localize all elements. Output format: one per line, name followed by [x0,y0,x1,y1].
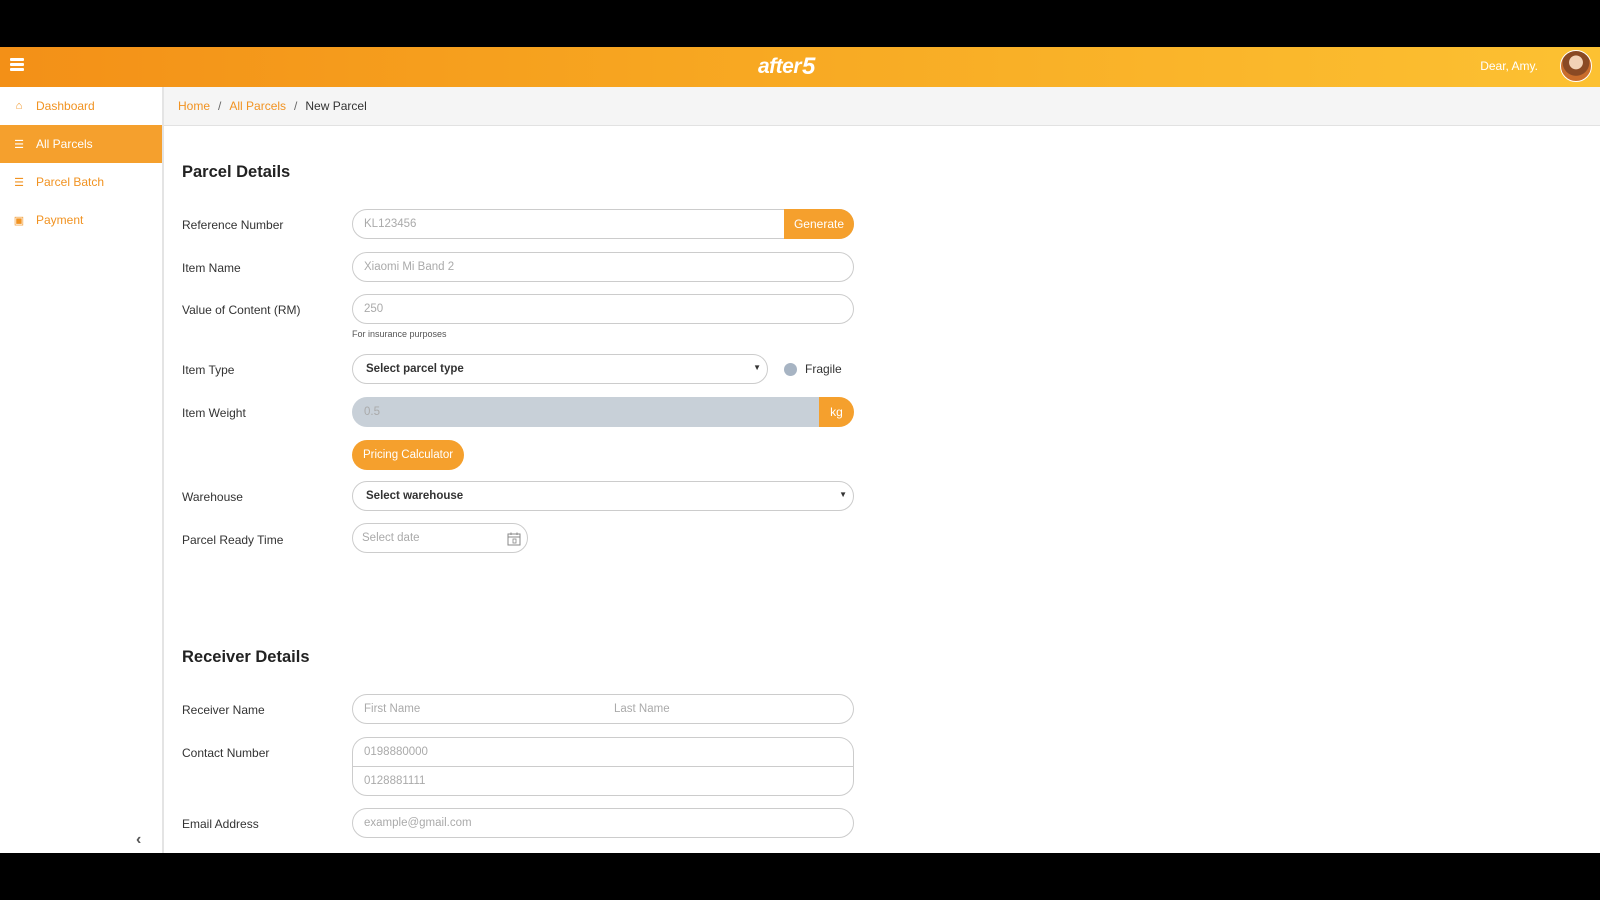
home-icon: ⌂ [15,100,23,112]
email-address-label: Email Address [182,817,259,831]
sidebar-item-label: All Parcels [36,137,93,151]
reference-number-field [352,209,854,239]
email-address-input[interactable] [364,817,853,829]
item-type-selected: Select parcel type [366,363,464,375]
item-type-select[interactable]: Select parcel type ▼ [352,354,768,384]
contact-number-input-2[interactable] [364,775,853,787]
logo-number: 5 [802,53,815,80]
logo-text: after [758,55,802,78]
item-type-label: Item Type [182,363,235,377]
breadcrumb-all-parcels-link[interactable]: All Parcels [229,99,286,113]
item-name-label: Item Name [182,261,241,275]
sidebar-item-all-parcels[interactable]: ☰ All Parcels [0,125,162,163]
contact-number-field-1 [352,737,854,767]
hamburger-menu-icon[interactable] [10,58,24,72]
receiver-details-title: Receiver Details [182,648,310,666]
parcel-ready-time-field [352,523,528,553]
sidebar-item-dashboard[interactable]: ⌂ Dashboard [0,87,162,125]
contact-number-field-2 [352,766,854,796]
last-name-field [603,694,854,724]
sidebar-item-label: Dashboard [36,99,95,113]
collapse-sidebar-chevron-left-icon[interactable]: ‹ [136,831,150,849]
sidebar-item-label: Payment [36,213,84,227]
warehouse-selected: Select warehouse [366,490,464,502]
email-address-field [352,808,854,838]
value-of-content-label: Value of Content (RM) [182,303,301,317]
item-weight-input[interactable] [364,406,821,418]
last-name-input[interactable] [614,703,853,715]
top-header: after 5 Dear, Amy. [0,47,1600,87]
sidebar-item-parcel-batch[interactable]: ☰ Parcel Batch [0,163,162,201]
reference-number-label: Reference Number [182,218,284,232]
warehouse-label: Warehouse [182,490,243,504]
pricing-calculator-button[interactable]: Pricing Calculator [352,440,464,470]
calendar-icon[interactable] [507,532,521,546]
insurance-hint: For insurance purposes [352,329,447,339]
top-letterbox [0,0,1600,47]
parcel-ready-time-label: Parcel Ready Time [182,533,284,547]
breadcrumb: Home / All Parcels / New Parcel [164,87,1600,126]
list-icon: ☰ [14,138,24,151]
contact-number-label: Contact Number [182,746,270,760]
bottom-letterbox [0,853,1600,900]
fragile-radio[interactable] [784,363,797,376]
sidebar: ⌂ Dashboard ☰ All Parcels ☰ Parcel Batch… [0,87,164,853]
list-icon: ☰ [14,176,24,189]
breadcrumb-separator: / [218,99,222,113]
item-weight-label: Item Weight [182,406,246,420]
brand-logo[interactable]: after 5 [758,51,815,83]
parcel-ready-time-input[interactable] [362,532,502,544]
contact-number-input-1[interactable] [364,746,853,758]
chevron-down-icon: ▼ [753,363,761,372]
generate-button[interactable]: Generate [784,209,854,239]
warehouse-select[interactable]: Select warehouse ▼ [352,481,854,511]
fragile-label: Fragile [805,362,842,376]
item-weight-field [352,397,822,427]
sidebar-item-payment[interactable]: ▣ Payment [0,201,162,239]
value-of-content-field [352,294,854,324]
first-name-field [352,694,604,724]
weight-unit-addon: kg [819,397,854,427]
item-name-input[interactable] [364,261,853,273]
value-of-content-input[interactable] [364,303,853,315]
app-window: after 5 Dear, Amy. ⌂ Dashboard ☰ All Parc… [0,47,1600,853]
breadcrumb-home-link[interactable]: Home [178,99,210,113]
card-icon: ▣ [13,214,25,227]
first-name-input[interactable] [364,703,603,715]
user-greeting: Dear, Amy. [1480,59,1538,73]
item-name-field [352,252,854,282]
reference-number-input[interactable] [364,218,853,230]
breadcrumb-current: New Parcel [305,99,367,113]
sidebar-item-label: Parcel Batch [36,175,105,189]
receiver-name-label: Receiver Name [182,703,265,717]
breadcrumb-separator: / [294,99,298,113]
parcel-details-title: Parcel Details [182,163,291,181]
chevron-down-icon: ▼ [839,490,847,499]
avatar[interactable] [1560,50,1592,82]
